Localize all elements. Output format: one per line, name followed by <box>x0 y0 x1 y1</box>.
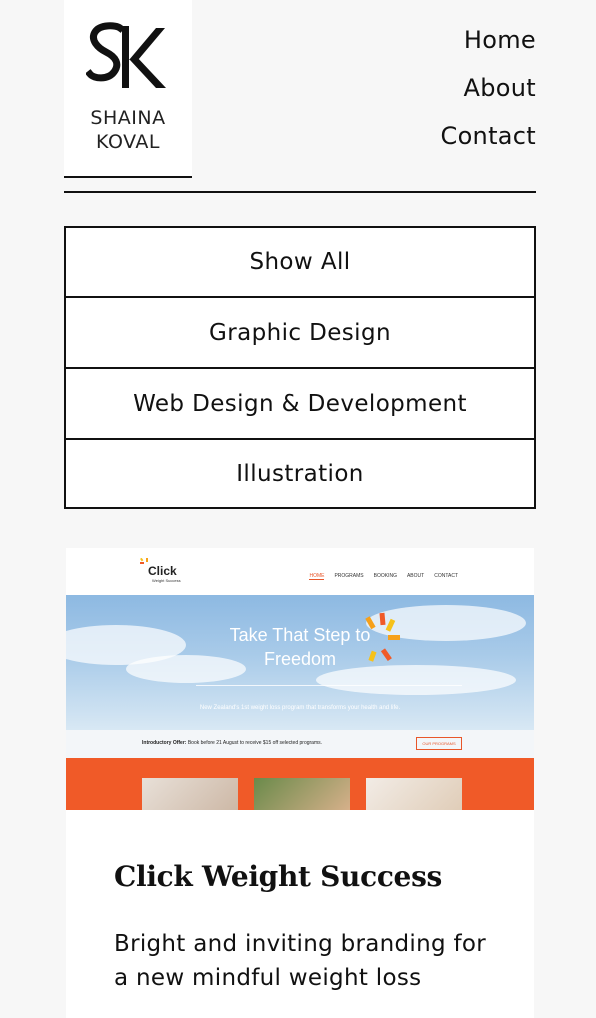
sk-monogram-logo <box>86 22 166 88</box>
filter-illustration-button[interactable]: Illustration <box>64 439 536 509</box>
thumbnail-nav: HOME PROGRAMS BOOKING ABOUT CONTACT <box>309 573 458 580</box>
nav-home-link[interactable]: Home <box>441 24 536 72</box>
thumbnail-offer-button: OUR PROGRAMS <box>416 737 462 750</box>
portfolio-filters: Show All Graphic Design Web Design & Dev… <box>64 226 536 509</box>
thumbnail-hero: Take That Step to Freedom New Zealand's … <box>66 595 534 730</box>
thumbnail-headline: Take That Step to Freedom <box>66 623 534 671</box>
logo-name-last: KOVAL <box>96 131 160 153</box>
thumbnail-offer-bar: Introductory Offer: Book before 21 Augus… <box>66 730 534 758</box>
logo-name-first: SHAINA <box>90 107 166 129</box>
thumbnail-nav-item: PROGRAMS <box>334 573 364 579</box>
site-logo[interactable]: SHAINA KOVAL <box>64 0 192 178</box>
project-card-body: Click Weight Success Bright and inviting… <box>114 860 504 995</box>
thumbnail-nav-item: ABOUT <box>406 573 425 579</box>
thumbnail-photo <box>366 778 462 810</box>
filter-show-all-button[interactable]: Show All <box>64 226 536 297</box>
header-divider <box>64 191 536 193</box>
project-card[interactable]: Click Weight Success HOME PROGRAMS BOOKI… <box>66 548 534 1018</box>
project-description: Bright and inviting branding for a new m… <box>114 931 487 991</box>
thumbnail-logo-text: Click <box>148 564 177 578</box>
thumbnail-offer-body: Book before 21 August to receive $15 off… <box>187 740 323 746</box>
thumbnail-offer-text: Introductory Offer: Book before 21 Augus… <box>142 740 322 746</box>
thumbnail-offer-label: Introductory Offer: <box>142 740 187 746</box>
thumbnail-nav-item: HOME <box>309 573 325 580</box>
project-thumbnail[interactable]: Click Weight Success HOME PROGRAMS BOOKI… <box>66 548 534 810</box>
nav-about-link[interactable]: About <box>441 72 536 120</box>
nav-contact-link[interactable]: Contact <box>441 120 536 168</box>
project-title[interactable]: Click Weight Success <box>114 860 504 893</box>
thumbnail-logo-sub: Weight Success <box>152 578 181 583</box>
main-nav: Home About Contact <box>441 24 536 168</box>
thumbnail-photo <box>254 778 350 810</box>
thumbnail-headline-line2: Freedom <box>263 649 337 669</box>
thumbnail-program-strip <box>66 758 534 810</box>
thumbnail-headline-line1: Take That Step to <box>229 625 371 645</box>
thumbnail-nav-item: BOOKING <box>373 573 397 579</box>
thumbnail-nav-item: CONTACT <box>434 573 458 579</box>
thumbnail-photo <box>142 778 238 810</box>
filter-web-design-button[interactable]: Web Design & Development <box>64 368 536 439</box>
filter-graphic-design-button[interactable]: Graphic Design <box>64 297 536 368</box>
thumbnail-subline: New Zealand's 1st weight loss program th… <box>199 705 401 711</box>
